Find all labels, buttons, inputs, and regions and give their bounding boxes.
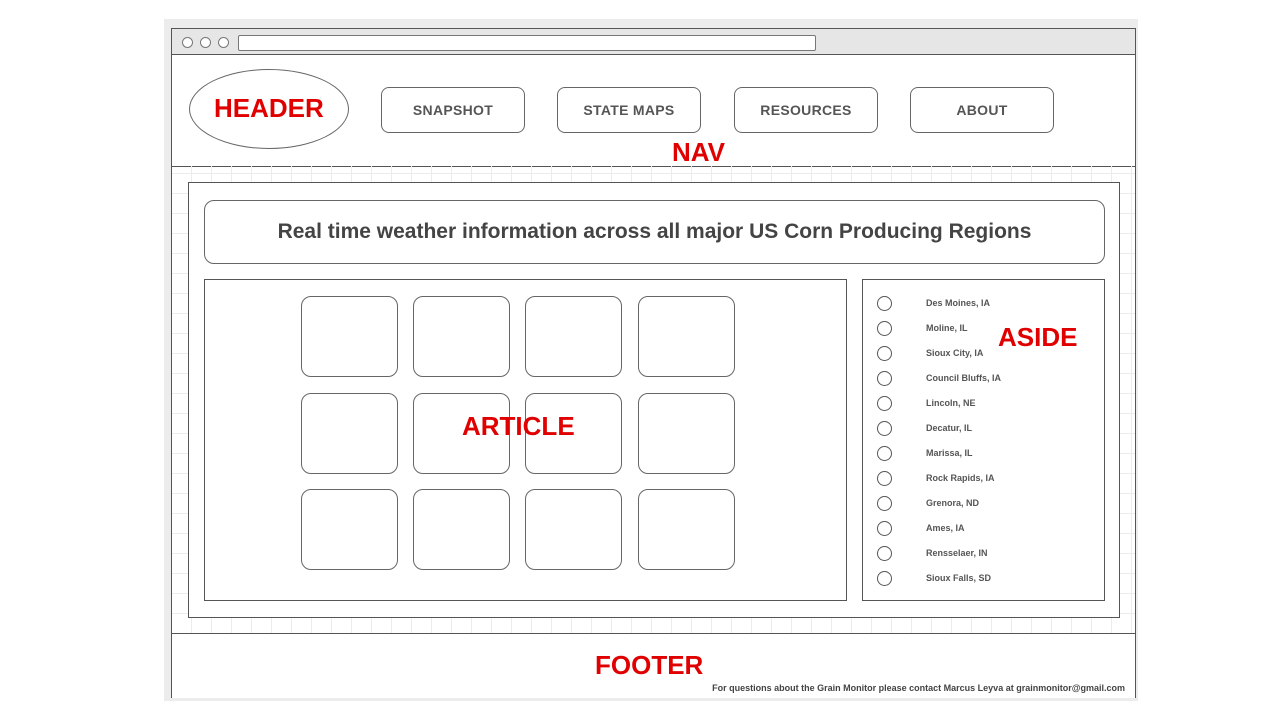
window-dot-icon[interactable] bbox=[200, 37, 211, 48]
nav-about-button[interactable]: ABOUT bbox=[910, 87, 1054, 133]
article-tile[interactable] bbox=[638, 489, 735, 570]
aside-location-label: Rensselaer, IN bbox=[926, 548, 988, 558]
aside-location-label: Grenora, ND bbox=[926, 498, 980, 508]
radio-button-icon[interactable] bbox=[877, 471, 892, 486]
article-tile[interactable] bbox=[525, 296, 622, 377]
radio-button-icon[interactable] bbox=[877, 521, 892, 536]
window-dot-icon[interactable] bbox=[218, 37, 229, 48]
aside-location-label: Lincoln, NE bbox=[926, 398, 976, 408]
radio-button-icon[interactable] bbox=[877, 396, 892, 411]
article-tile[interactable] bbox=[301, 296, 398, 377]
article-annotation: ARTICLE bbox=[462, 411, 575, 441]
article-tile[interactable] bbox=[301, 393, 398, 474]
aside-location-item[interactable]: Sioux Falls, SD bbox=[877, 571, 1077, 589]
nav-snapshot-button[interactable]: SNAPSHOT bbox=[381, 87, 525, 133]
footer-annotation: FOOTER bbox=[595, 650, 704, 680]
article-tile[interactable] bbox=[301, 489, 398, 570]
radio-button-icon[interactable] bbox=[877, 446, 892, 461]
browser-window: HEADER SNAPSHOT STATE MAPS RESOURCES ABO… bbox=[171, 28, 1136, 698]
radio-button-icon[interactable] bbox=[877, 371, 892, 386]
aside-location-item[interactable]: Marissa, IL bbox=[877, 446, 1077, 464]
radio-button-icon[interactable] bbox=[877, 296, 892, 311]
radio-button-icon[interactable] bbox=[877, 346, 892, 361]
aside-location-item[interactable]: Des Moines, IA bbox=[877, 296, 1077, 314]
aside-location-label: Moline, IL bbox=[926, 323, 968, 333]
aside-location-item[interactable]: Rensselaer, IN bbox=[877, 546, 1077, 564]
nav-resources-button[interactable]: RESOURCES bbox=[734, 87, 878, 133]
radio-button-icon[interactable] bbox=[877, 496, 892, 511]
radio-button-icon[interactable] bbox=[877, 546, 892, 561]
aside-location-label: Decatur, IL bbox=[926, 423, 973, 433]
footer-contact-text: For questions about the Grain Monitor pl… bbox=[712, 683, 1125, 693]
aside-location-label: Council Bluffs, IA bbox=[926, 373, 1001, 383]
article-tile[interactable] bbox=[413, 489, 510, 570]
aside-location-label: Des Moines, IA bbox=[926, 298, 991, 308]
aside-location-label: Ames, IA bbox=[926, 523, 965, 533]
article-tile[interactable] bbox=[638, 296, 735, 377]
aside-location-item[interactable]: Grenora, ND bbox=[877, 496, 1077, 514]
article-tile[interactable] bbox=[638, 393, 735, 474]
window-dot-icon[interactable] bbox=[182, 37, 193, 48]
aside-location-item[interactable]: Council Bluffs, IA bbox=[877, 371, 1077, 389]
aside-region: Des Moines, IA Moline, IL Sioux City, IA… bbox=[862, 279, 1105, 601]
article-tile[interactable] bbox=[525, 489, 622, 570]
radio-button-icon[interactable] bbox=[877, 571, 892, 586]
aside-location-item[interactable]: Rock Rapids, IA bbox=[877, 471, 1077, 489]
header-region: HEADER SNAPSHOT STATE MAPS RESOURCES ABO… bbox=[172, 55, 1135, 167]
address-bar[interactable] bbox=[238, 35, 816, 51]
header-annotation: HEADER bbox=[214, 93, 324, 123]
headline-banner: Real time weather information across all… bbox=[204, 200, 1105, 264]
radio-button-icon[interactable] bbox=[877, 321, 892, 336]
aside-location-label: Marissa, IL bbox=[926, 448, 973, 458]
nav-state-maps-button[interactable]: STATE MAPS bbox=[557, 87, 701, 133]
aside-location-label: Sioux Falls, SD bbox=[926, 573, 992, 583]
aside-annotation: ASIDE bbox=[998, 322, 1078, 352]
aside-location-item[interactable]: Decatur, IL bbox=[877, 421, 1077, 439]
aside-location-item[interactable]: Lincoln, NE bbox=[877, 396, 1077, 414]
aside-location-label: Rock Rapids, IA bbox=[926, 473, 995, 483]
article-tile[interactable] bbox=[413, 296, 510, 377]
radio-button-icon[interactable] bbox=[877, 421, 892, 436]
article-region: ARTICLE bbox=[204, 279, 847, 601]
nav-annotation: NAV bbox=[672, 137, 725, 167]
aside-location-item[interactable]: Ames, IA bbox=[877, 521, 1077, 539]
footer-region: FOOTER For questions about the Grain Mon… bbox=[172, 633, 1135, 698]
aside-location-label: Sioux City, IA bbox=[926, 348, 984, 358]
browser-titlebar bbox=[172, 29, 1135, 55]
